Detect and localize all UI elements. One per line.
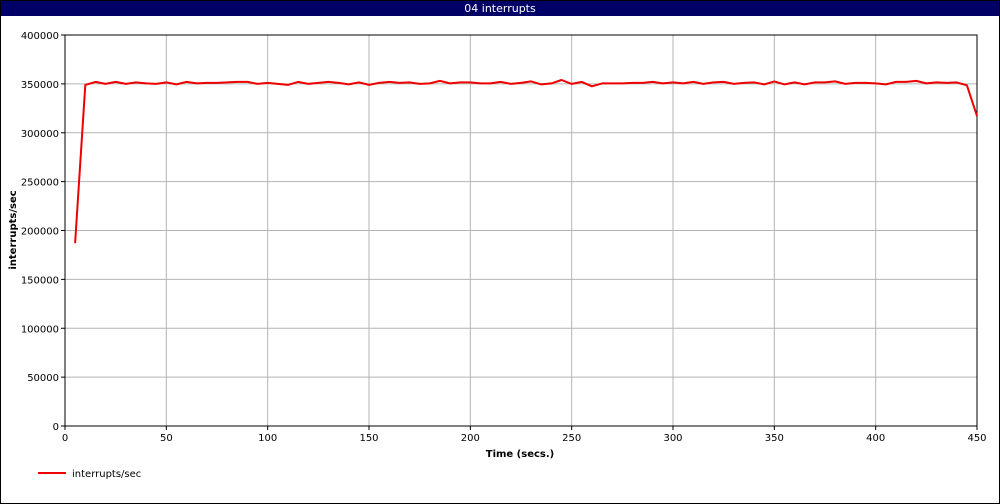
x-tick-label: 0 [62,433,68,444]
x-tick-label: 450 [967,433,986,444]
x-axis-label: Time (secs.) [486,449,555,460]
y-tick-label: 350000 [21,80,59,91]
x-tick-label: 350 [765,433,784,444]
y-tick-label: 100000 [21,324,59,335]
x-tick-label: 300 [663,433,682,444]
y-axis-label: interrupts/sec [8,190,19,269]
y-tick-label: 250000 [21,178,59,189]
x-tick-label: 100 [258,433,277,444]
interrupts-chart: 0 50 100 150 200 250 300 350 400 450 0 50000 100000 1… [8,31,987,480]
x-tick-label: 200 [461,433,480,444]
y-tick-label: 50000 [27,373,59,384]
y-tick-label: 400000 [21,31,59,42]
y-tick-label: 300000 [21,129,59,140]
legend: interrupts/sec [38,469,141,480]
x-tick-label: 150 [359,433,378,444]
legend-label: interrupts/sec [72,469,141,480]
y-tick-label: 0 [53,422,59,433]
x-tick-label: 400 [866,433,885,444]
x-tick-label: 50 [160,433,173,444]
y-tick-label: 200000 [21,227,59,238]
y-tick-label: 150000 [21,275,59,286]
x-tick-label: 250 [562,433,581,444]
